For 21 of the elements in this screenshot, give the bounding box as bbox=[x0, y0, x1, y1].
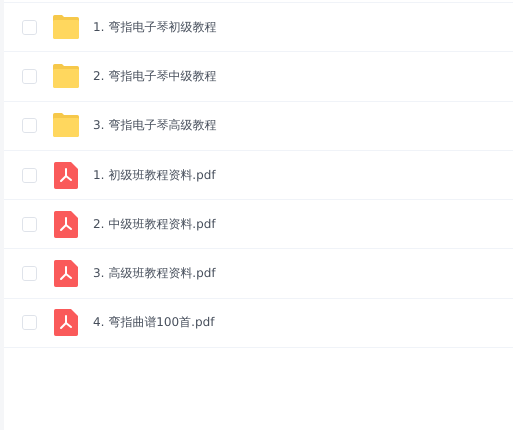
checkbox[interactable] bbox=[22, 68, 37, 84]
file-name[interactable]: 2. 中级班教程资料.pdf bbox=[93, 216, 216, 233]
pdf-icon bbox=[54, 210, 78, 238]
file-name[interactable]: 3. 弯指电子琴高级教程 bbox=[93, 117, 216, 134]
pdf-icon bbox=[54, 162, 78, 189]
folder-icon bbox=[52, 113, 80, 138]
pdf-icon bbox=[54, 309, 78, 336]
file-name[interactable]: 2. 弯指电子琴中级教程 bbox=[93, 68, 216, 85]
checkbox[interactable] bbox=[22, 216, 37, 232]
file-name[interactable]: 4. 弯指曲谱100首.pdf bbox=[93, 314, 214, 332]
file-name[interactable]: 3. 高级班教程资料.pdf bbox=[93, 265, 216, 282]
checkbox[interactable] bbox=[22, 266, 37, 282]
checkbox[interactable] bbox=[22, 118, 37, 134]
file-name[interactable]: 1. 弯指电子琴初级教程 bbox=[93, 18, 216, 36]
folder-icon bbox=[52, 14, 80, 40]
checkbox[interactable] bbox=[22, 315, 37, 330]
pdf-icon bbox=[54, 260, 78, 288]
file-name[interactable]: 1. 初级班教程资料.pdf bbox=[93, 166, 216, 184]
checkbox[interactable] bbox=[22, 168, 37, 183]
folder-icon bbox=[52, 64, 80, 89]
checkbox[interactable] bbox=[22, 20, 37, 35]
